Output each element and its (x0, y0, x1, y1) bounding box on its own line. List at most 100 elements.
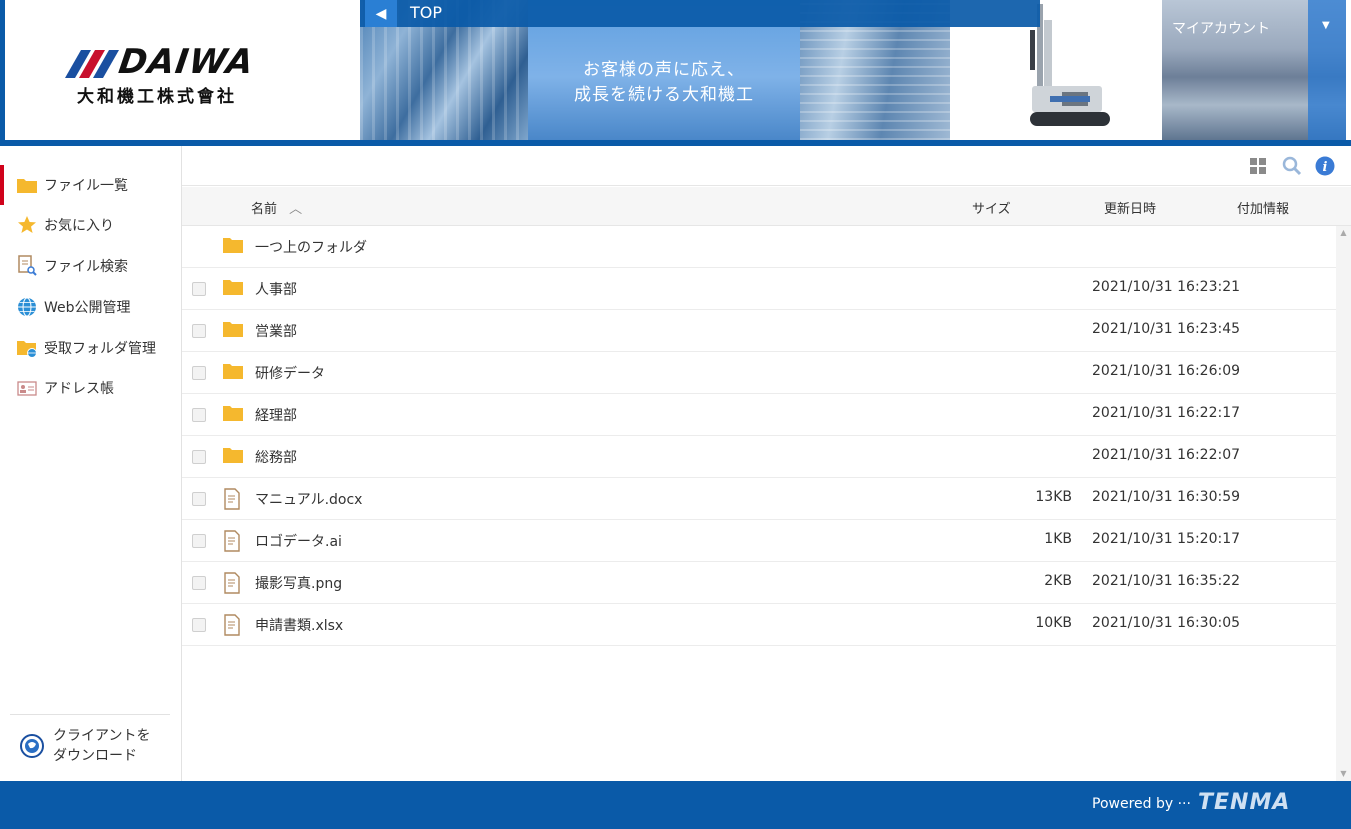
logo-word: DAIWA (116, 42, 257, 82)
folder-icon (222, 278, 244, 298)
slogan-line-1: お客様の声に応え、 (583, 60, 745, 80)
file-list-panel: i 名前 ︿ サイズ 更新日時 付加情報 一つ上のフォルダ 人事部 2021/1… (182, 146, 1351, 781)
sidebar-item-file-search[interactable]: ファイル検索 (0, 246, 181, 286)
scroll-up-icon[interactable]: ▲ (1336, 226, 1351, 240)
column-header-date[interactable]: 更新日時 (1104, 198, 1156, 217)
top-nav-bar: ◀ TOP (360, 0, 1040, 27)
file-name[interactable]: 人事部 (255, 279, 297, 299)
file-date: 2021/10/31 16:23:21 (1092, 279, 1241, 295)
sidebar-item-label: Web公開管理 (44, 300, 131, 316)
top-link[interactable]: TOP (410, 3, 442, 22)
table-row[interactable]: 申請書類.xlsx 10KB 2021/10/31 16:30:05 (182, 604, 1336, 646)
info-icon[interactable]: i (1315, 156, 1335, 176)
file-name[interactable]: ロゴデータ.ai (255, 531, 342, 551)
row-checkbox[interactable] (192, 492, 206, 506)
row-checkbox[interactable] (192, 534, 206, 548)
table-row[interactable]: ロゴデータ.ai 1KB 2021/10/31 15:20:17 (182, 520, 1336, 562)
sidebar-item-address-book[interactable]: アドレス帳 (0, 368, 181, 408)
row-checkbox[interactable] (192, 576, 206, 590)
sidebar-divider (10, 714, 170, 715)
file-name[interactable]: 撮影写真.png (255, 573, 342, 593)
download-client-link[interactable]: クライアントを ダウンロード (20, 726, 150, 766)
logo-subtitle: 大和機工株式會社 (77, 87, 237, 107)
sidebar-item-label: ファイル検索 (44, 259, 128, 275)
file-name[interactable]: 営業部 (255, 321, 297, 341)
sort-ascending-icon: ︿ (289, 202, 303, 217)
sidebar-item-label: アドレス帳 (44, 381, 114, 397)
file-name[interactable]: 研修データ (255, 363, 325, 383)
grid-view-icon[interactable] (1248, 156, 1268, 176)
table-row[interactable]: 人事部 2021/10/31 16:23:21 (182, 268, 1336, 310)
footer: Powered by ··· TENMA (0, 781, 1351, 829)
sidebar: ファイル一覧 お気に入り ファイル検索 Web公開管理 受取フォルダ管理 アドレ… (0, 146, 182, 781)
table-row[interactable]: 撮影写真.png 2KB 2021/10/31 16:35:22 (182, 562, 1336, 604)
star-icon (16, 215, 38, 235)
download-label-line-2: ダウンロード (53, 748, 137, 764)
row-checkbox[interactable] (192, 366, 206, 380)
folder-globe-icon (16, 338, 38, 358)
file-size: 13KB (1035, 489, 1072, 505)
row-checkbox[interactable] (192, 408, 206, 422)
file-date: 2021/10/31 16:22:07 (1092, 447, 1241, 463)
document-icon (222, 572, 244, 594)
file-date: 2021/10/31 16:30:05 (1092, 615, 1241, 631)
file-name[interactable]: 経理部 (255, 405, 297, 425)
file-date: 2021/10/31 16:30:59 (1092, 489, 1241, 505)
table-row[interactable]: 経理部 2021/10/31 16:22:17 (182, 394, 1336, 436)
download-globe-icon (20, 734, 44, 758)
sidebar-item-receive-folder[interactable]: 受取フォルダ管理 (0, 328, 181, 368)
sidebar-item-favorites[interactable]: お気に入り (0, 205, 181, 245)
header: DAIWA 大和機工株式會社 お客様の声に応え、 成長を続ける大和機工 ◀ TO… (0, 0, 1351, 146)
file-name[interactable]: 総務部 (255, 447, 297, 467)
company-logo[interactable]: DAIWA 大和機工株式會社 (5, 0, 365, 140)
table-row[interactable]: 総務部 2021/10/31 16:22:07 (182, 436, 1336, 478)
sidebar-item-web-publish[interactable]: Web公開管理 (0, 287, 181, 327)
document-icon (222, 488, 244, 510)
table-row[interactable]: 研修データ 2021/10/31 16:26:09 (182, 352, 1336, 394)
folder-icon (222, 320, 244, 340)
folder-icon (222, 236, 244, 256)
svg-text:i: i (1323, 160, 1328, 175)
file-date: 2021/10/31 16:23:45 (1092, 321, 1241, 337)
tenma-logo: TENMA (1198, 790, 1290, 815)
vertical-scrollbar[interactable]: ▲ ▼ (1336, 226, 1351, 781)
sidebar-item-label: 受取フォルダ管理 (44, 341, 156, 357)
daiwa-mark-icon (65, 50, 119, 78)
parent-folder-row[interactable]: 一つ上のフォルダ (182, 226, 1336, 268)
globe-icon (16, 297, 38, 317)
powered-by-text: Powered by ··· (1092, 796, 1191, 812)
column-header-name[interactable]: 名前 ︿ (251, 198, 302, 217)
document-icon (222, 530, 244, 552)
back-button[interactable]: ◀ (365, 0, 397, 27)
file-search-icon (16, 255, 38, 276)
search-icon[interactable] (1282, 156, 1302, 176)
file-size: 10KB (1035, 615, 1072, 631)
table-row[interactable]: 営業部 2021/10/31 16:23:45 (182, 310, 1336, 352)
file-date: 2021/10/31 15:20:17 (1092, 531, 1241, 547)
folder-icon (222, 404, 244, 424)
row-checkbox[interactable] (192, 324, 206, 338)
document-icon (222, 614, 244, 636)
row-checkbox[interactable] (192, 618, 206, 632)
table-header: 名前 ︿ サイズ 更新日時 付加情報 (182, 187, 1351, 226)
column-header-size[interactable]: サイズ (972, 198, 1011, 217)
table-row[interactable]: マニュアル.docx 13KB 2021/10/31 16:30:59 (182, 478, 1336, 520)
chevron-left-icon: ◀ (375, 5, 387, 22)
slogan-line-2: 成長を続ける大和機工 (574, 85, 754, 105)
sidebar-item-file-list[interactable]: ファイル一覧 (0, 165, 181, 205)
download-label-line-1: クライアントを (53, 728, 151, 744)
sidebar-item-label: ファイル一覧 (44, 178, 128, 194)
scroll-down-icon[interactable]: ▼ (1336, 767, 1351, 781)
chevron-down-icon[interactable]: ▼ (1322, 20, 1330, 31)
my-account-menu[interactable]: マイアカウント (1172, 18, 1270, 38)
file-name[interactable]: マニュアル.docx (255, 489, 362, 509)
file-size: 1KB (1044, 531, 1072, 547)
file-name[interactable]: 申請書類.xlsx (255, 615, 343, 635)
toolbar: i (182, 146, 1351, 186)
file-date: 2021/10/31 16:35:22 (1092, 573, 1241, 589)
parent-folder-label: 一つ上のフォルダ (255, 240, 367, 256)
row-checkbox[interactable] (192, 282, 206, 296)
file-date: 2021/10/31 16:22:17 (1092, 405, 1241, 421)
column-header-info[interactable]: 付加情報 (1237, 198, 1289, 217)
row-checkbox[interactable] (192, 450, 206, 464)
